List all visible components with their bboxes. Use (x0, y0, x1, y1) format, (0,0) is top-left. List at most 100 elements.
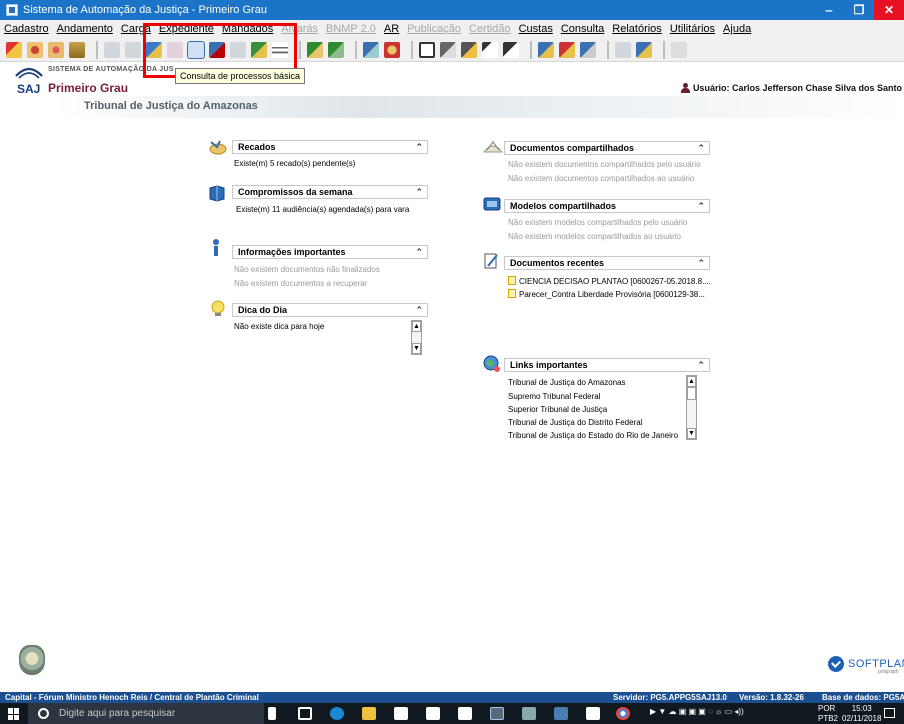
minimize-button[interactable]: ‒ (814, 0, 844, 20)
lightbulb-icon (210, 300, 228, 318)
docs-compartilhados-line: Não existem documentos compartilhados ao… (508, 174, 695, 183)
blank-doc-icon[interactable] (419, 41, 435, 58)
link-item[interactable]: Tribunal de Justiça do Distrito Federal (508, 418, 642, 427)
mail-icon[interactable] (426, 707, 440, 720)
links-header[interactable]: Links importantes ⌃ (504, 358, 710, 372)
menu-ajuda[interactable]: Ajuda (723, 23, 751, 35)
saj-taskbar-icon[interactable] (490, 707, 504, 720)
collapse-icon[interactable]: ⌃ (697, 257, 705, 269)
collapse-icon[interactable]: ⌃ (697, 200, 705, 212)
store-icon[interactable] (394, 707, 408, 720)
menu-utilitarios[interactable]: Utilitários (670, 23, 715, 35)
status-version: Versão: 1.8.32-26 (739, 693, 804, 702)
close-button[interactable]: ✕ (874, 0, 904, 20)
informacoes-line: Não existem documentos a recuperar (234, 279, 368, 288)
links-scrollbar[interactable]: ▲ ▼ (686, 375, 697, 440)
doc-add-icon[interactable] (307, 41, 323, 58)
collapse-icon[interactable]: ⌃ (415, 246, 423, 258)
number-icon[interactable] (482, 41, 498, 58)
collapse-icon[interactable]: ⌃ (697, 359, 705, 371)
photos-icon[interactable] (586, 707, 600, 720)
microphone-icon[interactable] (268, 707, 276, 720)
collapse-icon[interactable]: ⌃ (415, 186, 423, 198)
document-app-icon[interactable] (458, 707, 472, 720)
recados-line[interactable]: Existe(m) 5 recado(s) pendente(s) (234, 159, 355, 168)
tools-icon[interactable] (522, 707, 536, 720)
scroll-up-icon[interactable]: ▲ (687, 376, 696, 387)
recent-doc-item[interactable]: Parecer_Contra Liberdade Provisória [060… (508, 289, 705, 299)
chrome-icon[interactable] (616, 707, 630, 720)
key-icon[interactable] (559, 41, 575, 58)
dica-scrollbar[interactable]: ▲ ▼ (411, 320, 422, 355)
search-user-icon[interactable] (538, 41, 554, 58)
cortana-icon (38, 708, 49, 719)
people-icon[interactable] (384, 41, 400, 58)
tags-icon[interactable] (48, 41, 64, 58)
menu-bar: Cadastro Andamento Carga Expediente Mand… (0, 20, 904, 38)
system-tray[interactable]: ▶ ▼ ☁ ▣ ▣ ▣ ◌ ☼ ▭ ◂)) (650, 707, 744, 716)
scroll-thumb[interactable] (687, 387, 696, 400)
folder-tree-icon[interactable] (69, 41, 85, 58)
tooltip: Consulta de processos básica (175, 68, 306, 84)
document-icon (508, 289, 516, 298)
link-item[interactable]: Tribunal de Justiça do Estado do Rio de … (508, 431, 678, 440)
collapse-icon[interactable]: ⌃ (415, 141, 423, 153)
toolbar-separator (355, 40, 357, 59)
menu-certidao: Certidão (469, 23, 511, 35)
search-placeholder: Digite aqui para pesquisar (59, 708, 176, 719)
transfer-icon[interactable] (580, 41, 596, 58)
taskbar-search[interactable]: Digite aqui para pesquisar (28, 703, 264, 724)
info-icon (208, 238, 226, 256)
compromissos-header[interactable]: Compromissos da semana ⌃ (232, 185, 428, 199)
app-icon[interactable] (554, 707, 568, 720)
shared-docs-icon (482, 138, 504, 156)
doc-edit-icon[interactable] (503, 41, 519, 58)
modelos-header[interactable]: Modelos compartilhados ⌃ (504, 199, 710, 213)
notification-icon[interactable] (884, 708, 895, 718)
file-explorer-icon[interactable] (362, 707, 376, 720)
pin-icon[interactable] (6, 41, 22, 58)
menu-ar[interactable]: AR (384, 23, 399, 35)
collapse-icon[interactable]: ⌃ (415, 304, 423, 316)
toolbar (0, 38, 904, 62)
copy-icon[interactable] (440, 41, 456, 58)
tribunal-crest-icon (19, 645, 45, 675)
recent-doc-title[interactable]: Parecer_Contra Liberdade Provisória [060… (519, 290, 705, 299)
dica-header[interactable]: Dica do Dia ⌃ (232, 303, 428, 317)
docs-compartilhados-header[interactable]: Documentos compartilhados ⌃ (504, 141, 710, 155)
language-indicator[interactable]: POR PTB2 (818, 704, 838, 724)
tag-icon[interactable] (27, 41, 43, 58)
docs-compartilhados-line: Não existem documentos compartilhados pe… (508, 160, 701, 169)
windows-start-icon[interactable] (8, 708, 20, 720)
recentes-title: Documentos recentes (510, 258, 605, 268)
scroll-down-icon[interactable]: ▼ (412, 343, 421, 354)
scroll-down-icon[interactable]: ▼ (687, 428, 696, 439)
recent-doc-title[interactable]: CIENCIA DECISAO PLANTAO [0600267-05.2018… (519, 277, 711, 286)
forward-icon[interactable] (363, 41, 379, 58)
scroll-up-icon[interactable]: ▲ (412, 321, 421, 332)
task-view-icon[interactable] (298, 707, 312, 720)
recent-doc-item[interactable]: CIENCIA DECISAO PLANTAO [0600267-05.2018… (508, 276, 711, 286)
link-item[interactable]: Superior Tribunal de Justiça (508, 405, 607, 414)
recados-header[interactable]: Recados ⌃ (232, 140, 428, 154)
toolbar-separator (411, 40, 413, 59)
maximize-button[interactable]: ❐ (844, 0, 874, 20)
collapse-icon[interactable]: ⌃ (697, 142, 705, 154)
recentes-header[interactable]: Documentos recentes ⌃ (504, 256, 710, 270)
signature-icon[interactable] (636, 41, 652, 58)
taskbar-clock[interactable]: 15:03 02/11/2018 (842, 704, 881, 724)
compromissos-title: Compromissos da semana (238, 187, 353, 197)
doc-check-icon[interactable] (328, 41, 344, 58)
link-item[interactable]: Supremo Tribunal Federal (508, 392, 601, 401)
menu-custas[interactable]: Custas (519, 23, 553, 35)
menu-relatorios[interactable]: Relatórios (612, 23, 662, 35)
edge-icon[interactable] (330, 707, 344, 720)
compromissos-line[interactable]: Existe(m) 11 audiência(s) agendada(s) pa… (236, 205, 409, 214)
menu-consulta[interactable]: Consulta (561, 23, 604, 35)
print-icon[interactable] (461, 41, 477, 58)
informacoes-header[interactable]: Informações importantes ⌃ (232, 245, 428, 259)
menu-andamento[interactable]: Andamento (57, 23, 113, 35)
link-item[interactable]: Tribunal de Justiça do Amazonas (508, 378, 626, 387)
menu-cadastro[interactable]: Cadastro (4, 23, 49, 35)
status-server: Servidor: PG5.APPG5SAJ13.0 (613, 693, 727, 702)
